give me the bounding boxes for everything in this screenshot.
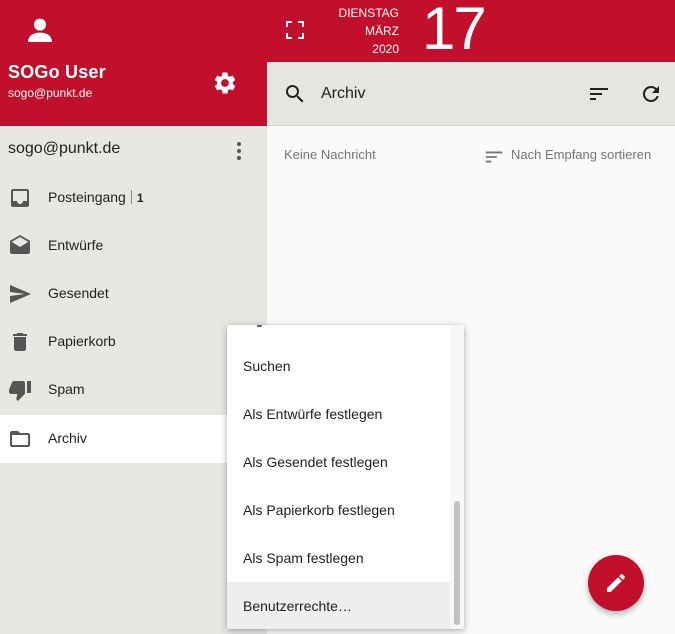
menu-item-label: Als Entwürfe festlegen <box>243 406 383 422</box>
sort-icon[interactable] <box>587 82 611 106</box>
folder-label: Spam <box>48 381 85 397</box>
menu-item-als-papierkorb[interactable]: Als Papierkorb festlegen <box>227 486 450 534</box>
folder-item-posteingang[interactable]: Posteingang 1 <box>0 174 267 222</box>
account-row[interactable]: sogo@punkt.de <box>0 126 267 174</box>
menu-item-als-spam[interactable]: Als Spam festlegen <box>227 534 450 582</box>
menu-item-fragment <box>257 325 262 327</box>
menu-item-benutzerrechte[interactable]: Benutzerrechte… <box>227 582 450 629</box>
day-number: 17 <box>422 0 487 62</box>
more-vert-icon[interactable] <box>229 140 249 162</box>
unread-count: 1 <box>136 191 144 205</box>
fullscreen-icon[interactable] <box>285 20 305 40</box>
folder-label: Entwürfe <box>48 237 104 253</box>
folder-item-entwuerfe[interactable]: Entwürfe <box>0 222 267 270</box>
date-header: DIENSTAG MÄRZ 2020 17 <box>267 0 675 62</box>
menu-item-als-entwuerfe[interactable]: Als Entwürfe festlegen <box>227 390 450 438</box>
list-toolbar: Archiv <box>267 62 675 126</box>
folder-label: Gesendet <box>48 285 109 301</box>
menu-scroll-thumb[interactable] <box>454 501 460 625</box>
folder-label: Papierkorb <box>48 333 116 349</box>
refresh-icon[interactable] <box>639 82 663 106</box>
empty-message: Keine Nachricht <box>284 147 376 162</box>
folder-context-menu: Suchen Als Entwürfe festlegen Als Gesend… <box>227 325 464 629</box>
account-label: sogo@punkt.de <box>8 140 121 157</box>
folder-title: Archiv <box>321 85 366 102</box>
date-text: DIENSTAG MÄRZ 2020 <box>327 4 399 58</box>
sort-icon <box>485 151 503 163</box>
folder-label: Posteingang <box>48 189 126 205</box>
thumb-down-icon <box>9 381 31 401</box>
menu-item-label: Suchen <box>243 358 291 374</box>
gear-icon[interactable] <box>212 70 238 96</box>
menu-item-label: Als Gesendet festlegen <box>243 454 388 470</box>
compose-button[interactable] <box>588 555 644 611</box>
year: 2020 <box>372 42 399 56</box>
menu-item-suchen[interactable]: Suchen <box>227 342 450 390</box>
menu-item-label: Als Papierkorb festlegen <box>243 502 395 518</box>
menu-item-label: Benutzerrechte… <box>243 598 352 614</box>
folder-icon <box>10 431 30 447</box>
trash-icon <box>13 333 27 351</box>
sort-hint-label: Nach Empfang sortieren <box>511 147 652 162</box>
weekday: DIENSTAG <box>338 6 399 20</box>
inbox-icon <box>11 189 29 207</box>
send-icon <box>10 285 31 303</box>
menu-item-label: Als Spam festlegen <box>243 550 364 566</box>
drafts-icon <box>10 235 30 254</box>
folder-label: Archiv <box>48 430 87 446</box>
month: MÄRZ <box>365 24 399 38</box>
avatar-icon <box>28 18 52 42</box>
menu-item-als-gesendet[interactable]: Als Gesendet festlegen <box>227 438 450 486</box>
user-name: SOGo User <box>8 62 106 82</box>
user-email: sogo@punkt.de <box>8 86 93 100</box>
folder-item-gesendet[interactable]: Gesendet <box>0 270 267 318</box>
search-icon[interactable] <box>283 82 307 106</box>
pencil-icon <box>607 573 626 592</box>
divider <box>130 190 132 204</box>
user-header: SOGo User sogo@punkt.de <box>0 0 267 126</box>
